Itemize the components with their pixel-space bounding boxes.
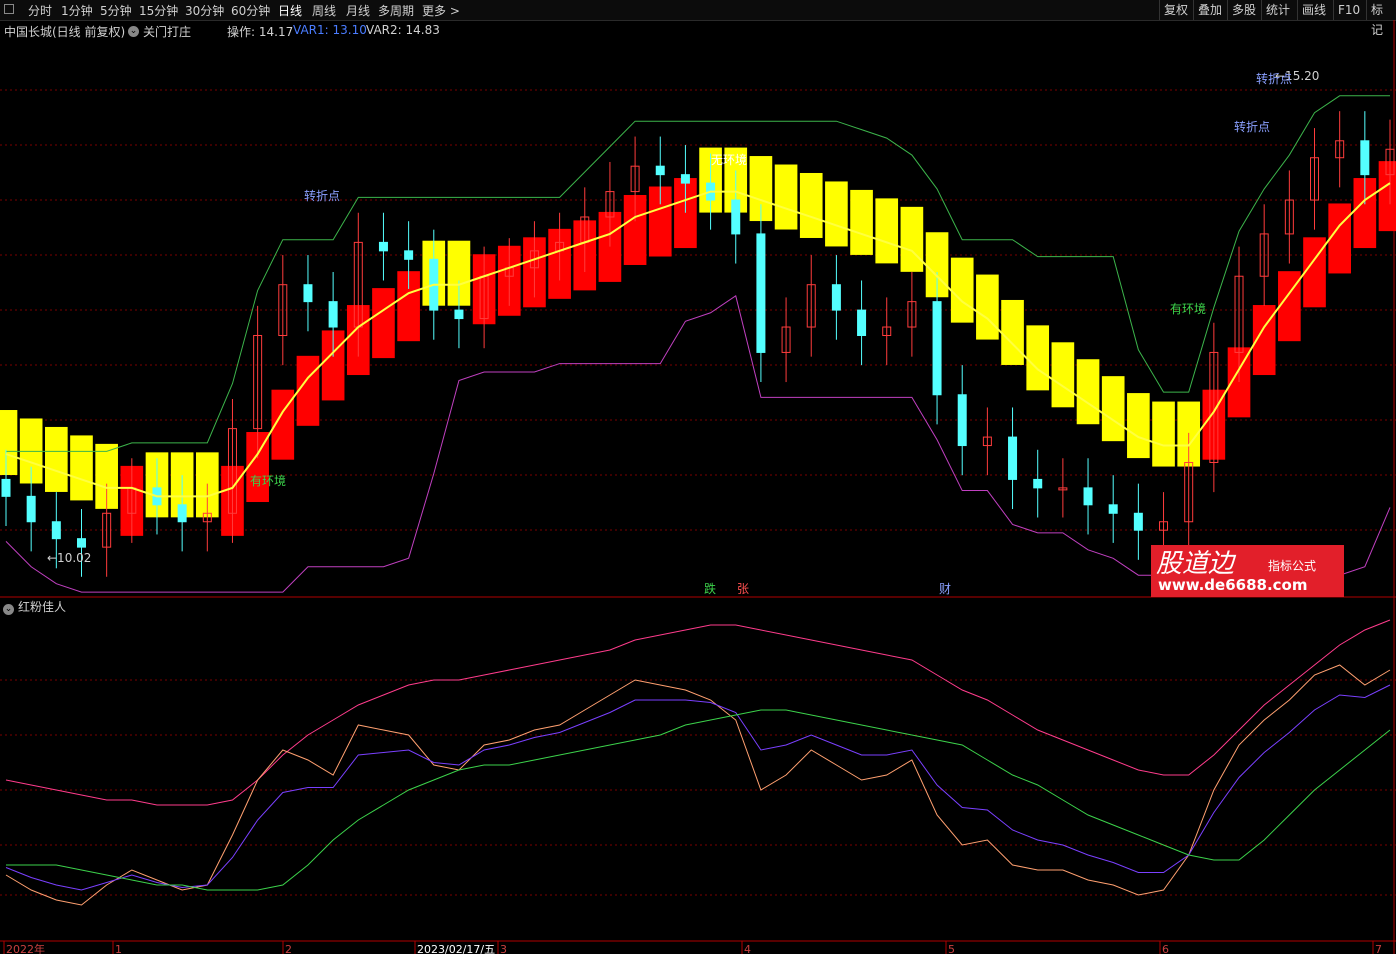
band-bar [0,410,18,476]
band-bar [825,181,848,247]
candle-body [76,538,86,548]
candle-body [454,309,464,320]
band-bar [875,198,899,264]
band-bar [70,435,93,501]
watermark-brand: 股道边 [1156,549,1237,579]
band-bar [900,206,924,272]
candle-body [1133,512,1143,531]
band-bar [1026,325,1050,391]
candle-body [26,495,36,523]
candle-body [1008,436,1018,480]
x-tick-label: 6 [1162,943,1169,954]
candle-body [1033,478,1043,489]
band-bar [1051,342,1075,408]
candle-body [51,521,61,540]
x-tick-label: 2022年 [6,942,45,954]
watermark-sub: 指标公式 [1268,558,1316,573]
x-tick-label: 7 [1375,943,1382,954]
x-tick-label: 2 [285,943,292,954]
candle-body [831,284,841,311]
watermark-logo: 股道边 指标公式 www.de6688.com [1151,545,1344,597]
signal-label: 张 [737,582,749,596]
x-axis: 2022年 1 2 2023/02/17/五 3 4 5 6 7 [3,941,1382,954]
low-price-label: ←10.02 [47,551,91,565]
stock-chart-canvas[interactable]: 2022年 1 2 2023/02/17/五 3 4 5 6 7 ←10.02 ←15.20 转… [0,0,1396,954]
band-bar [296,355,320,426]
candle-body [857,309,867,337]
band-bar [850,189,873,255]
candle-body [378,241,388,252]
turning-point-label: 转折点 [304,188,340,203]
band-bar [1328,203,1351,274]
x-tick-label: 4 [744,943,751,954]
band-bar [1076,359,1100,425]
sub-upper-line [5,619,1391,806]
band-bar [372,288,395,359]
env-label: 无环境 [711,152,747,167]
env-label: 有环境 [250,473,286,488]
x-tick-label: 1 [115,943,122,954]
band-bar [1001,299,1024,365]
signal-label: 跌 [704,581,716,596]
turning-point-label: 转折点 [1234,119,1270,134]
sub-indicator-plot [5,619,1391,906]
x-tick-label: 2023/02/17/五 [417,943,495,954]
x-tick-label: 5 [948,943,955,954]
watermark-url: www.de6688.com [1158,576,1308,594]
candle-body [731,199,741,235]
signal-label: 财 [939,582,951,596]
band-bar [1101,376,1125,442]
candle-body [1108,504,1118,514]
band-bar [774,164,798,230]
candle-body [932,301,942,396]
band-bars [0,147,1396,536]
candle-body [404,250,414,260]
x-tick-label: 3 [500,943,507,954]
band-bar [1378,161,1396,232]
candle-body [1,478,11,497]
candle-body [655,165,665,176]
band-bar [950,257,974,323]
band-bar [976,274,999,340]
candle-body [957,394,967,447]
candle-body [1083,487,1093,506]
band-bar [1152,401,1175,467]
band-bar [1127,393,1150,459]
sub-mid-line [5,684,1391,891]
candle-body [680,174,690,184]
envelope-lines [5,95,1391,593]
band-bar [799,172,823,238]
candle-body [177,504,187,523]
candle-body [756,233,766,353]
candle-body [328,301,338,328]
env-label: 有环境 [1170,301,1206,316]
band-bar [45,426,68,492]
upper-envelope-line [6,95,1390,452]
turning-point-label: 转折点 [1256,71,1292,86]
candle-body [1360,140,1370,176]
candle-body [303,284,313,303]
